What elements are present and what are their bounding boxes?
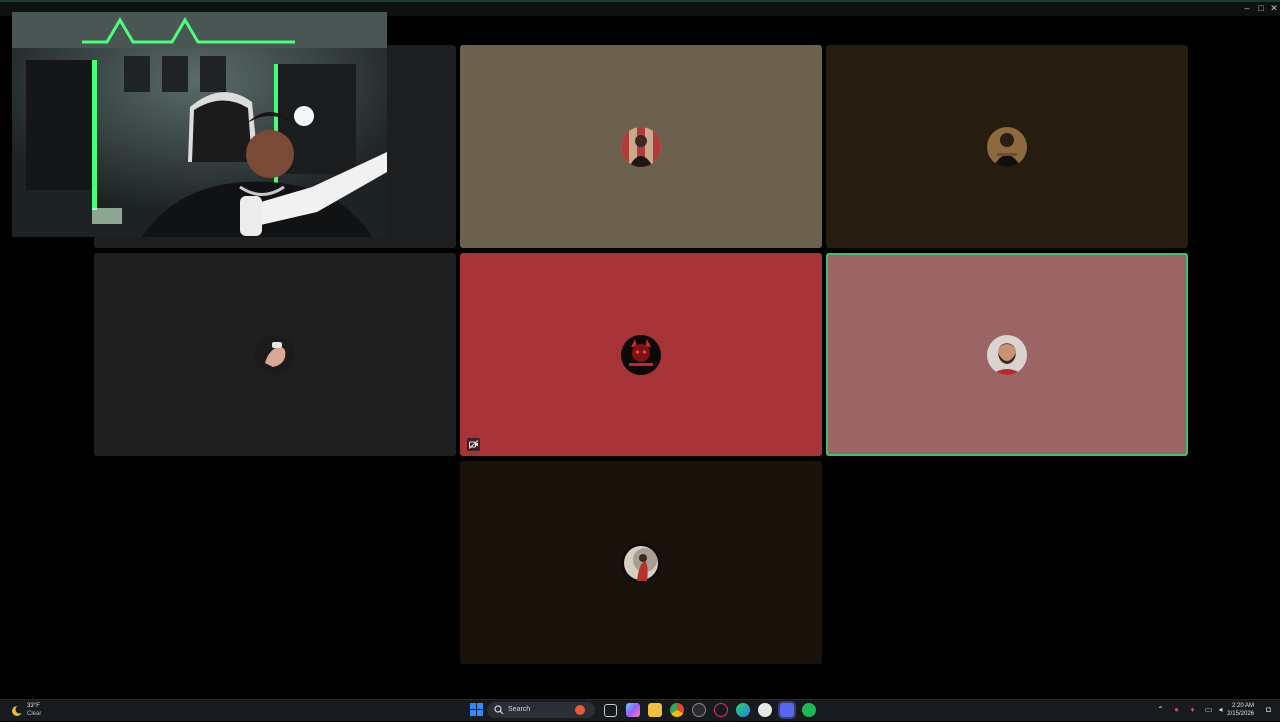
- taskbar: 33°F Clear Search ⌃ ● ♦ ▭ ◂ 2:20 AM 2/15…: [0, 699, 1280, 721]
- microphone-icon[interactable]: ♦: [1188, 705, 1197, 714]
- portrait-striped-bg-avatar: [621, 126, 661, 167]
- self-view-webcam: [12, 12, 387, 237]
- discord-icon[interactable]: [780, 703, 794, 717]
- tile-participant-4[interactable]: [460, 253, 822, 456]
- start-button[interactable]: [470, 703, 483, 716]
- search-placeholder: Search: [508, 706, 531, 713]
- tile-participant-5[interactable]: [826, 253, 1188, 456]
- webcam-video-icon: [12, 12, 387, 237]
- search-highlight-icon: [575, 705, 585, 715]
- tray-app-icon[interactable]: ●: [1172, 705, 1181, 714]
- app-icon[interactable]: [758, 703, 772, 717]
- search-box[interactable]: Search: [487, 702, 595, 718]
- tile-participant-3[interactable]: [94, 253, 456, 456]
- edge-icon[interactable]: [736, 703, 750, 717]
- tile-participant-1[interactable]: [460, 45, 822, 248]
- file-explorer-icon[interactable]: [648, 703, 662, 717]
- fist-avatar: [255, 334, 295, 375]
- network-icon[interactable]: ▭: [1204, 705, 1213, 714]
- volume-icon[interactable]: ◂: [1216, 705, 1225, 714]
- copilot-icon[interactable]: [626, 703, 640, 717]
- clock-date[interactable]: 2/15/2026: [1227, 711, 1254, 717]
- task-view-icon[interactable]: [604, 704, 617, 717]
- minimize-button[interactable]: –: [1241, 3, 1253, 14]
- opera-icon[interactable]: [714, 703, 728, 717]
- search-icon: [494, 705, 504, 715]
- clock-time[interactable]: 2:20 AM: [1232, 703, 1254, 709]
- tray-overflow-icon[interactable]: ⌃: [1156, 705, 1165, 714]
- notification-bell-icon[interactable]: ◘: [1264, 705, 1273, 714]
- maximize-button[interactable]: □: [1255, 3, 1267, 14]
- tile-participant-6[interactable]: [460, 461, 822, 664]
- close-button[interactable]: ✕: [1268, 3, 1280, 14]
- red-devil-logo-avatar: [621, 334, 661, 375]
- chrome-icon[interactable]: [670, 703, 684, 717]
- portrait-dark-avatar: [987, 126, 1027, 167]
- weather-temp: 33°F: [27, 703, 40, 709]
- camera-off-icon: [467, 438, 480, 451]
- weather-desc: Clear: [27, 711, 42, 717]
- moon-figure-avatar: [621, 542, 661, 583]
- spotify-icon[interactable]: [802, 703, 816, 717]
- weather-icon[interactable]: [11, 704, 24, 716]
- tile-participant-2[interactable]: [826, 45, 1188, 248]
- bearded-man-avatar: [987, 334, 1027, 375]
- settings-icon[interactable]: [692, 703, 706, 717]
